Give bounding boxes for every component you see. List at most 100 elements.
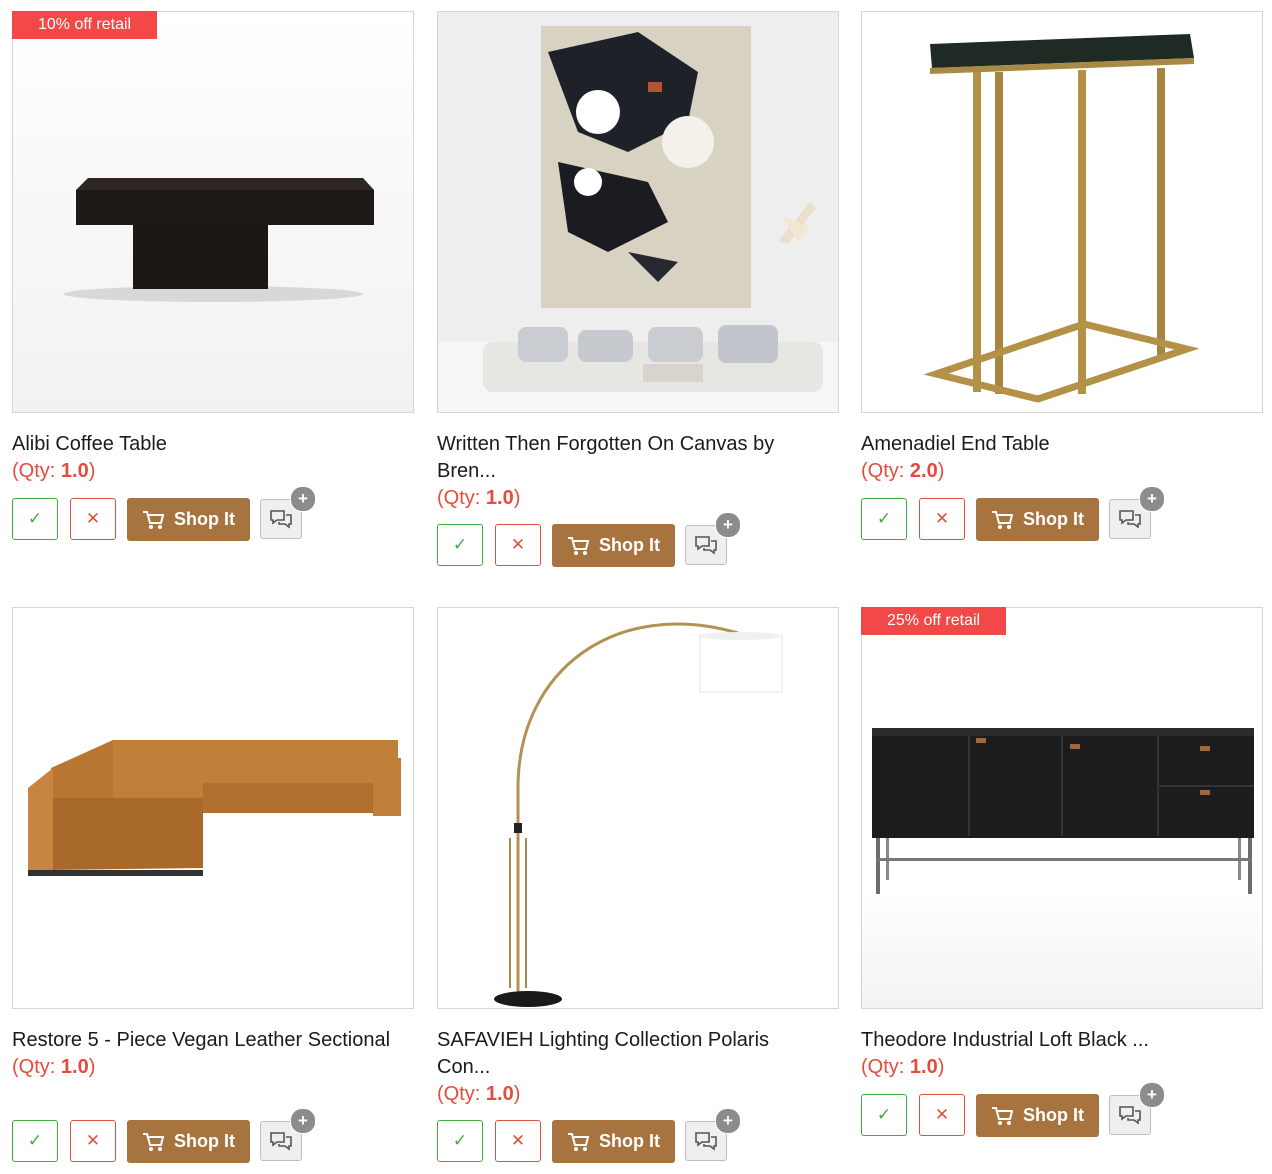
qty-close: ) [88, 1056, 96, 1078]
qty-label: (Qty: [861, 1056, 910, 1078]
canvas-art-image [438, 12, 838, 412]
product-image[interactable] [437, 11, 839, 413]
chat-bubbles-icon [1119, 510, 1141, 529]
add-comment-badge[interactable]: + [1139, 486, 1165, 512]
chat-bubbles-icon [695, 1132, 717, 1151]
product-image[interactable] [12, 11, 414, 413]
quantity: (Qty: 1.0) [437, 485, 817, 512]
product-title: Alibi Coffee Table (Qty: 1.0) [12, 431, 392, 485]
add-comment-badge[interactable]: + [1139, 1082, 1165, 1108]
qty-value: 1.0 [485, 1083, 514, 1105]
product-name[interactable]: Written Then Forgotten On Canvas by Bren… [437, 431, 817, 485]
chat-bubbles-icon [270, 510, 292, 529]
check-icon: ✓ [452, 535, 468, 554]
shop-it-label: Shop It [174, 509, 235, 529]
shop-it-label: Shop It [174, 1131, 235, 1151]
cart-icon [992, 1106, 1013, 1125]
shop-it-label: Shop It [1023, 509, 1084, 529]
quantity: (Qty: 1.0) [861, 1054, 1241, 1081]
sideboard-image [872, 728, 1254, 894]
qty-close: ) [937, 460, 945, 482]
qty-value: 1.0 [485, 487, 514, 509]
shop-it-button[interactable]: Shop It [127, 498, 250, 541]
cart-icon [568, 1132, 589, 1151]
check-icon: ✓ [452, 1131, 468, 1150]
arc-floor-lamp-image [494, 622, 783, 1007]
reject-button[interactable]: ✕ [919, 498, 965, 540]
add-comment-badge[interactable]: + [715, 1108, 741, 1134]
qty-label: (Qty: [861, 460, 910, 482]
qty-label: (Qty: [437, 487, 486, 509]
discount-badge: 25% off retail [861, 607, 1007, 635]
coffee-table-image [63, 178, 374, 302]
cart-icon [143, 510, 164, 529]
add-comment-badge[interactable]: + [290, 486, 316, 512]
shop-it-button[interactable]: Shop It [976, 1094, 1099, 1137]
sectional-sofa-image [28, 740, 401, 876]
check-icon: ✓ [876, 509, 892, 528]
x-icon: ✕ [934, 1105, 950, 1124]
check-icon: ✓ [27, 1131, 43, 1150]
x-icon: ✕ [934, 509, 950, 528]
qty-value: 2.0 [909, 460, 938, 482]
qty-close: ) [513, 1083, 521, 1105]
quantity: (Qty: 1.0) [437, 1081, 817, 1108]
end-table-image [923, 34, 1200, 403]
cart-icon [568, 536, 589, 555]
add-comment-badge[interactable]: + [715, 512, 741, 538]
qty-close: ) [937, 1056, 945, 1078]
reject-button[interactable]: ✕ [919, 1094, 965, 1136]
product-title: Theodore Industrial Loft Black ... (Qty:… [861, 1027, 1241, 1081]
qty-label: (Qty: [12, 460, 61, 482]
chat-bubbles-icon [1119, 1106, 1141, 1125]
product-title: Written Then Forgotten On Canvas by Bren… [437, 431, 817, 512]
reject-button[interactable]: ✕ [70, 498, 116, 540]
product-name[interactable]: SAFAVIEH Lighting Collection Polaris Con… [437, 1027, 817, 1081]
qty-value: 1.0 [60, 1056, 89, 1078]
product-actions: ✓ ✕ Shop It + [861, 486, 1181, 542]
product-name[interactable]: Amenadiel End Table [861, 431, 1241, 458]
shop-it-button[interactable]: Shop It [127, 1120, 250, 1163]
product-name[interactable]: Theodore Industrial Loft Black ... [861, 1027, 1241, 1054]
reject-button[interactable]: ✕ [70, 1120, 116, 1162]
shop-it-label: Shop It [1023, 1105, 1084, 1125]
product-title: Amenadiel End Table (Qty: 2.0) [861, 431, 1241, 485]
shop-it-label: Shop It [599, 1131, 660, 1151]
check-icon: ✓ [876, 1105, 892, 1124]
qty-value: 1.0 [909, 1056, 938, 1078]
approve-button[interactable]: ✓ [12, 498, 58, 540]
approve-button[interactable]: ✓ [861, 498, 907, 540]
x-icon: ✕ [510, 535, 526, 554]
qty-value: 1.0 [60, 460, 89, 482]
product-image[interactable] [861, 11, 1263, 413]
chat-bubbles-icon [270, 1132, 292, 1151]
product-image[interactable] [437, 607, 839, 1009]
cart-icon [992, 510, 1013, 529]
check-icon: ✓ [27, 509, 43, 528]
product-name[interactable]: Restore 5 - Piece Vegan Leather Sectiona… [12, 1027, 392, 1054]
shop-it-button[interactable]: Shop It [552, 1120, 675, 1163]
product-actions: ✓ ✕ Shop It + [861, 1082, 1181, 1138]
reject-button[interactable]: ✕ [495, 1120, 541, 1162]
approve-button[interactable]: ✓ [437, 524, 483, 566]
product-actions: ✓ ✕ Shop It + [437, 1108, 757, 1164]
shop-it-button[interactable]: Shop It [552, 524, 675, 567]
add-comment-badge[interactable]: + [290, 1108, 316, 1134]
quantity: (Qty: 1.0) [12, 458, 392, 485]
approve-button[interactable]: ✓ [12, 1120, 58, 1162]
qty-close: ) [513, 487, 521, 509]
product-image[interactable] [861, 607, 1263, 1009]
x-icon: ✕ [85, 1131, 101, 1150]
approve-button[interactable]: ✓ [861, 1094, 907, 1136]
shop-it-button[interactable]: Shop It [976, 498, 1099, 541]
approve-button[interactable]: ✓ [437, 1120, 483, 1162]
x-icon: ✕ [85, 509, 101, 528]
product-actions: ✓ ✕ Shop It + [12, 486, 332, 542]
reject-button[interactable]: ✕ [495, 524, 541, 566]
cart-icon [143, 1132, 164, 1151]
qty-label: (Qty: [437, 1083, 486, 1105]
product-image[interactable] [12, 607, 414, 1009]
qty-close: ) [88, 460, 96, 482]
x-icon: ✕ [510, 1131, 526, 1150]
product-name[interactable]: Alibi Coffee Table [12, 431, 392, 458]
